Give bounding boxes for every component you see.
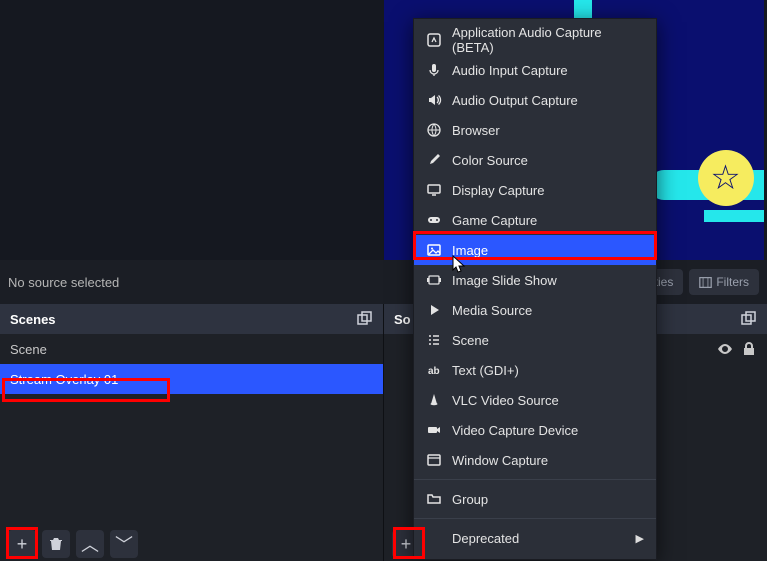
menu-item-label: Media Source [452,303,532,318]
menu-item-label: Scene [452,333,489,348]
menu-item-label: Display Capture [452,183,545,198]
star-icon: ☆ [698,150,754,206]
menu-item-camera[interactable]: Video Capture Device [414,415,656,445]
lock-icon[interactable] [741,341,757,357]
menu-item-window[interactable]: Window Capture [414,445,656,475]
menu-separator [414,479,656,480]
text-icon: ab [426,362,442,378]
delete-scene-button[interactable] [42,530,70,558]
chevron-up-icon: ︿ [81,531,99,557]
menu-item-label: Audio Input Capture [452,63,568,78]
menu-item-globe[interactable]: Browser [414,115,656,145]
menu-item-image[interactable]: Image [414,235,656,265]
source-type-menu: Application Audio Capture (BETA) Audio In… [413,18,657,560]
menu-item-label: Color Source [452,153,528,168]
filters-button[interactable]: Filters [689,269,759,295]
image-icon [426,242,442,258]
scene-item-label: Stream Overlay 01 [10,372,118,387]
menu-item-text[interactable]: ab Text (GDI+) [414,355,656,385]
chevron-down-icon: ﹀ [115,531,133,557]
scene-item[interactable]: Stream Overlay 01 [0,364,383,394]
slideshow-icon [426,272,442,288]
menu-item-label: Window Capture [452,453,548,468]
menu-item-gamepad[interactable]: Game Capture [414,205,656,235]
scenes-footer: + ︿ ﹀ [0,527,383,561]
folder-icon [426,491,442,507]
menu-item-label: Deprecated [452,531,519,546]
menu-item-label: Image Slide Show [452,273,557,288]
menu-item-label: Group [452,492,488,507]
trash-icon [48,536,64,552]
menu-item-play[interactable]: Media Source [414,295,656,325]
menu-item-deprecated[interactable]: Deprecated ▶ [414,523,656,553]
menu-item-mic[interactable]: Audio Input Capture [414,55,656,85]
scene-item[interactable]: Scene [0,334,383,364]
menu-item-app-audio[interactable]: Application Audio Capture (BETA) [414,25,656,55]
scenes-panel: Scenes Scene Stream Overlay 01 + ︿ ﹀ [0,304,384,561]
brush-icon [426,152,442,168]
play-icon [426,302,442,318]
app-audio-icon [426,32,442,48]
menu-item-group[interactable]: Group [414,484,656,514]
blank-icon [426,530,442,546]
mic-icon [426,62,442,78]
speaker-icon [426,92,442,108]
menu-item-label: Audio Output Capture [452,93,578,108]
move-down-button[interactable]: ﹀ [110,530,138,558]
plus-icon: + [17,534,28,555]
plus-icon: + [401,534,412,555]
menu-item-list[interactable]: Scene [414,325,656,355]
submenu-arrow-icon: ▶ [636,532,644,545]
menu-item-label: Video Capture Device [452,423,578,438]
camera-icon [426,422,442,438]
gamepad-icon [426,212,442,228]
cone-icon [426,392,442,408]
menu-item-label: VLC Video Source [452,393,559,408]
scenes-header: Scenes [0,304,383,334]
list-icon [426,332,442,348]
filters-icon [699,276,712,289]
menu-item-label: Game Capture [452,213,537,228]
no-source-label: No source selected [8,275,119,290]
menu-item-brush[interactable]: Color Source [414,145,656,175]
preview-shape [704,210,764,222]
undock-icon[interactable] [357,311,373,327]
add-scene-button[interactable]: + [8,530,36,558]
move-up-button[interactable]: ︿ [76,530,104,558]
menu-item-label: Browser [452,123,500,138]
menu-item-speaker[interactable]: Audio Output Capture [414,85,656,115]
menu-item-cone[interactable]: VLC Video Source [414,385,656,415]
undock-icon[interactable] [741,311,757,327]
menu-item-slideshow[interactable]: Image Slide Show [414,265,656,295]
display-icon [426,182,442,198]
sources-title: So [394,312,411,327]
menu-separator [414,518,656,519]
svg-text:ab: ab [428,366,440,377]
scene-item-label: Scene [10,342,47,357]
cursor-icon [452,255,466,275]
scenes-title: Scenes [10,312,56,327]
scenes-list: Scene Stream Overlay 01 [0,334,383,527]
eye-icon[interactable] [717,341,733,357]
menu-item-label: Text (GDI+) [452,363,519,378]
menu-item-display[interactable]: Display Capture [414,175,656,205]
filters-label: Filters [716,275,749,289]
globe-icon [426,122,442,138]
menu-item-label: Application Audio Capture (BETA) [452,25,644,55]
window-icon [426,452,442,468]
